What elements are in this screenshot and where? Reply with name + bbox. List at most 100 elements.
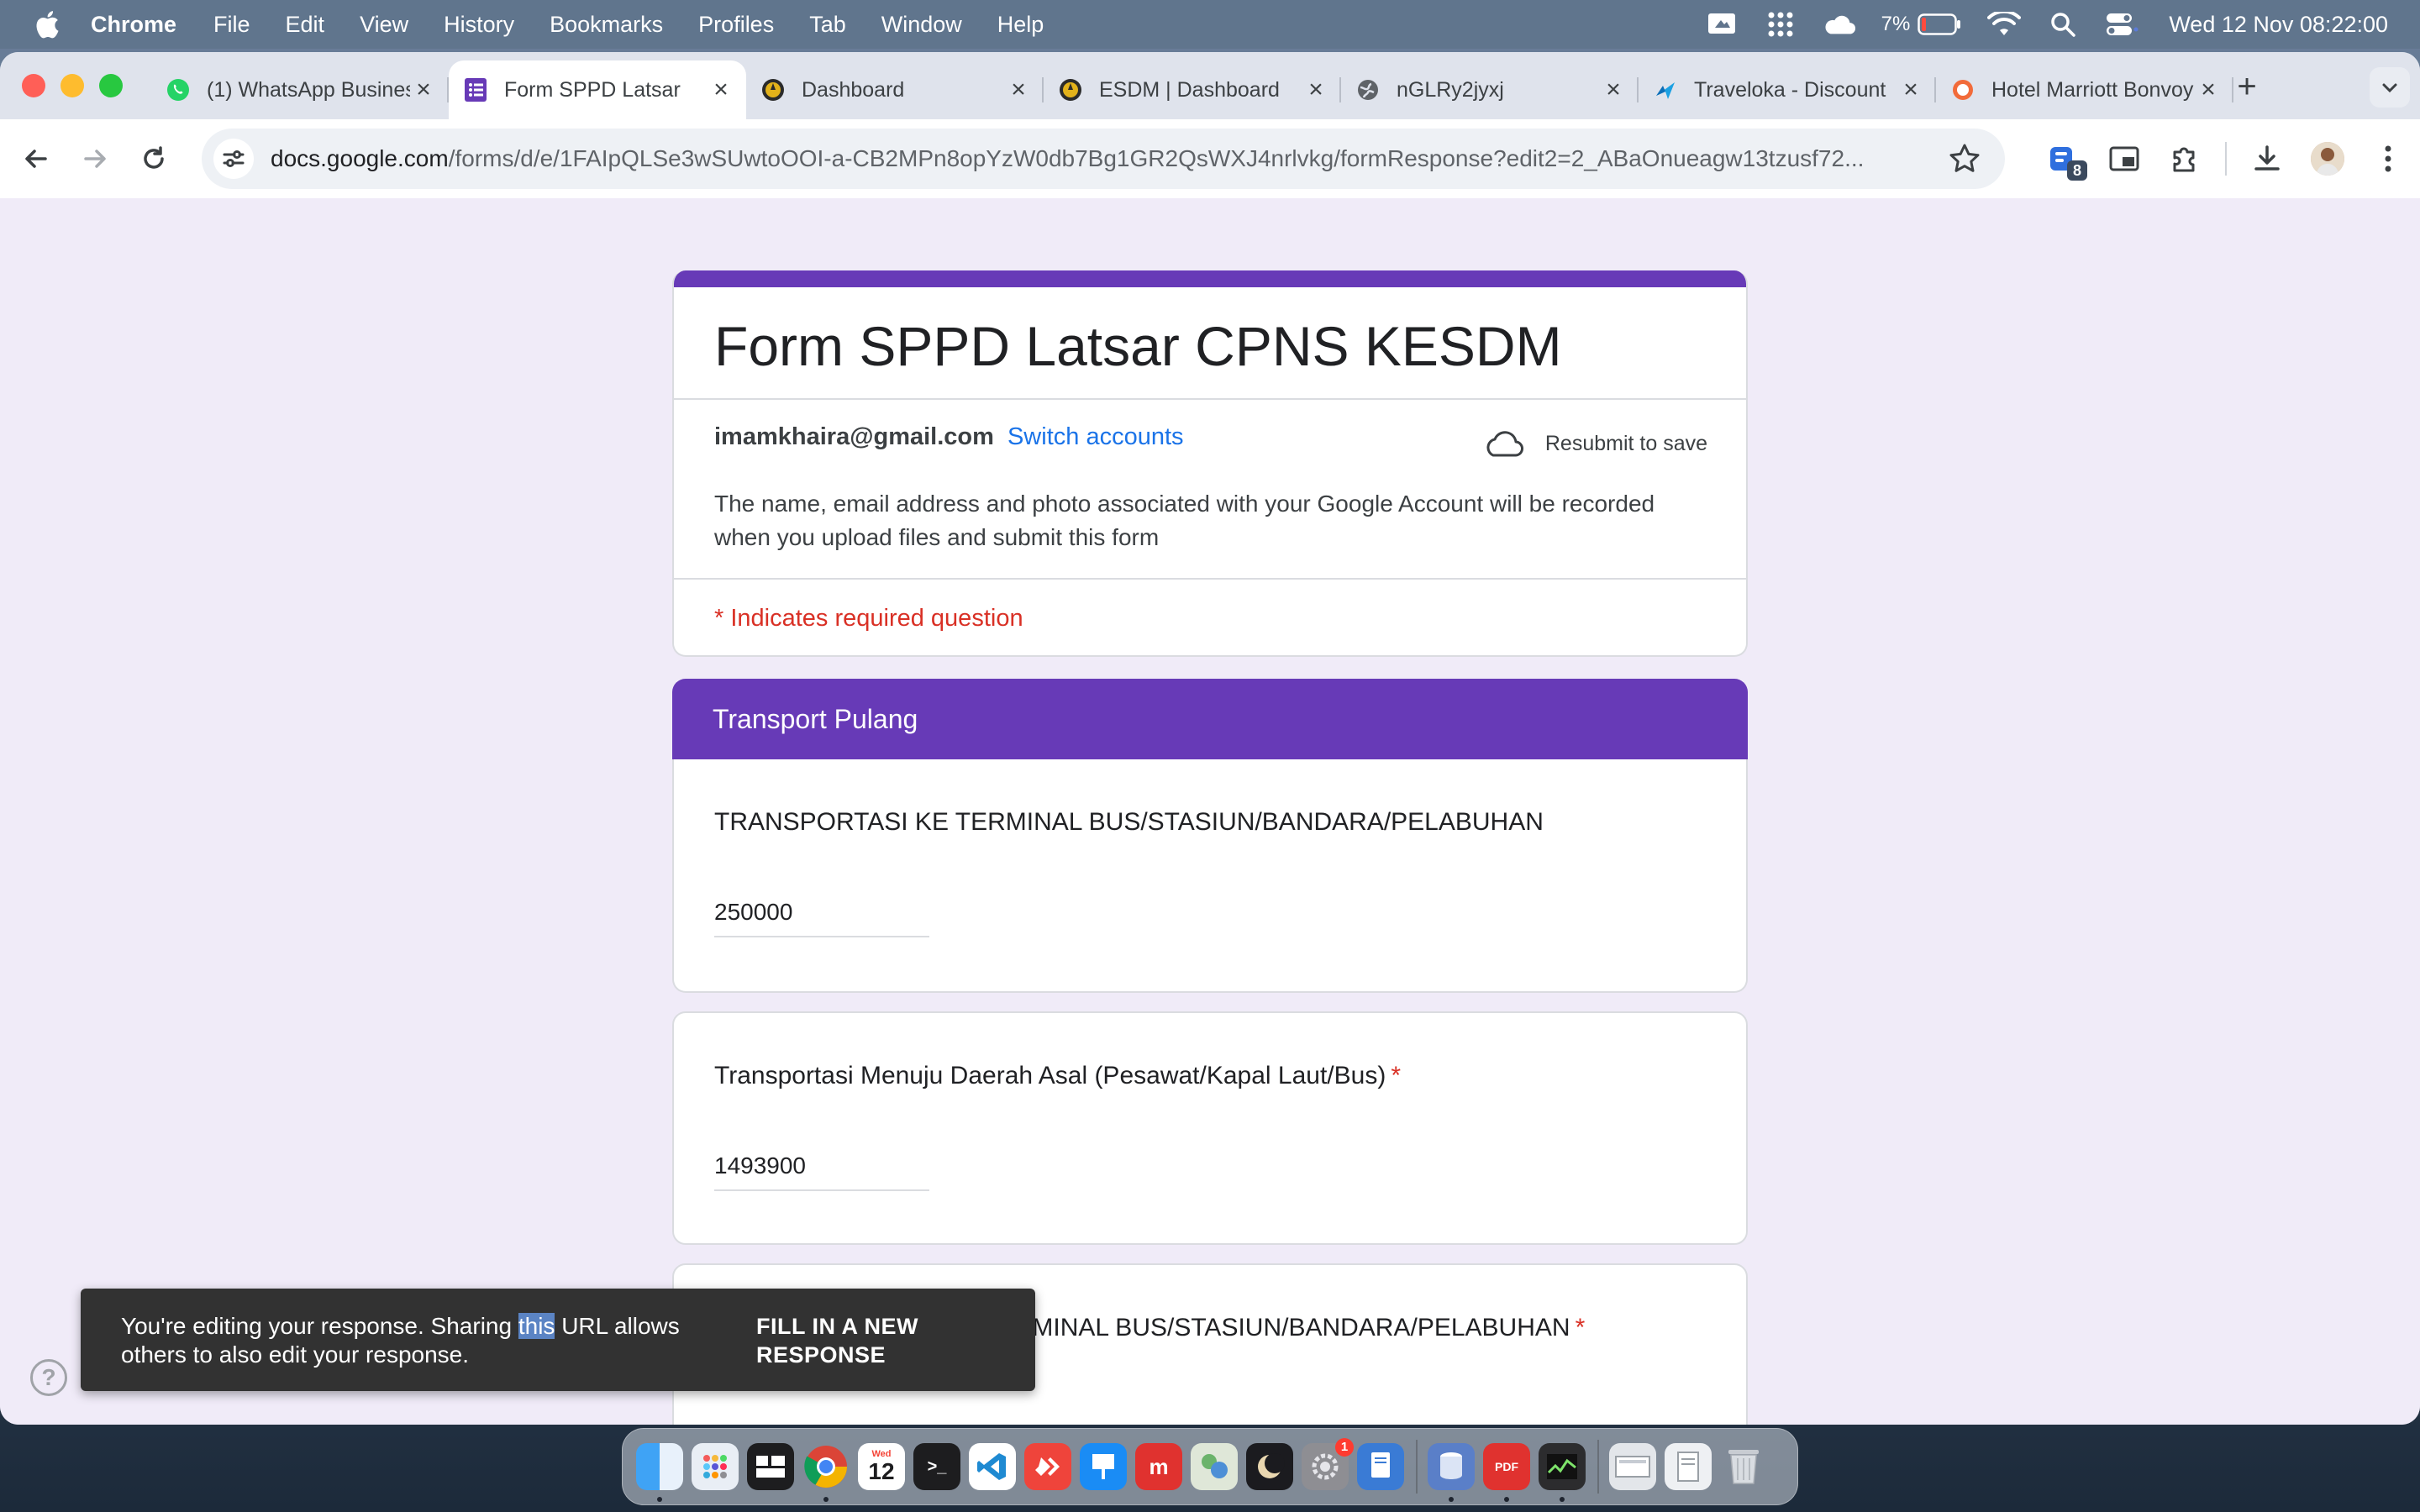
- close-window-button[interactable]: [22, 74, 45, 97]
- extension-tabs-icon[interactable]: 8: [2044, 139, 2087, 181]
- url-text[interactable]: docs.google.com/forms/d/e/1FAIpQLSe3wSUw…: [271, 145, 1918, 172]
- close-icon[interactable]: ×: [708, 76, 734, 103]
- cloud-icon: [1486, 431, 1523, 457]
- tab-dashboard[interactable]: Dashboard ×: [746, 60, 1044, 119]
- avatar: [2311, 142, 2344, 176]
- remote-desktop-icon[interactable]: [1705, 8, 1739, 41]
- toolbar-actions: 8: [2023, 119, 2408, 198]
- menu-window[interactable]: Window: [881, 12, 962, 38]
- finder-icon[interactable]: [636, 1443, 683, 1502]
- menu-bookmarks[interactable]: Bookmarks: [550, 12, 663, 38]
- vscode-icon[interactable]: [969, 1443, 1016, 1490]
- section-header: Transport Pulang: [672, 679, 1748, 761]
- privacy-notice: The name, email address and photo associ…: [714, 491, 1655, 550]
- short-answer-input[interactable]: 250000: [714, 894, 929, 937]
- short-answer-input[interactable]: 1493900: [714, 1147, 929, 1191]
- tab-title: Hotel Marriott Bonvoy: [1991, 77, 2194, 102]
- zoom-window-button[interactable]: [99, 74, 123, 97]
- menu-history[interactable]: History: [444, 12, 514, 38]
- short-answer-input[interactable]: [714, 1399, 929, 1425]
- section-title: Transport Pulang: [713, 704, 918, 734]
- database-app-icon[interactable]: [1428, 1443, 1475, 1502]
- picture-in-picture-icon[interactable]: [2104, 139, 2144, 179]
- page-content[interactable]: Form SPPD Latsar CPNS KESDM imamkhaira@g…: [0, 198, 2420, 1425]
- control-center-icon[interactable]: [2105, 8, 2139, 41]
- screenshot-stack-icon[interactable]: [1609, 1443, 1656, 1490]
- download-icon[interactable]: [2247, 139, 2287, 179]
- back-button[interactable]: [17, 139, 55, 178]
- close-icon[interactable]: ×: [1005, 76, 1032, 103]
- menu-edit[interactable]: Edit: [286, 12, 325, 38]
- anydesk-icon[interactable]: [1024, 1443, 1071, 1490]
- launchpad-icon[interactable]: [692, 1443, 739, 1490]
- grid-apps-icon[interactable]: [1764, 8, 1797, 41]
- close-icon[interactable]: ×: [1897, 76, 1924, 103]
- photos-editor-icon[interactable]: [1191, 1443, 1238, 1490]
- help-icon[interactable]: ?: [30, 1359, 67, 1396]
- address-bar[interactable]: docs.google.com/forms/d/e/1FAIpQLSe3wSUw…: [202, 129, 2005, 189]
- forward-button[interactable]: [76, 139, 114, 178]
- traveloka-icon: [1652, 76, 1679, 103]
- close-icon[interactable]: ×: [1600, 76, 1627, 103]
- chrome-icon[interactable]: [802, 1443, 850, 1502]
- icloud-icon[interactable]: [1823, 8, 1856, 41]
- minimize-window-button[interactable]: [60, 74, 84, 97]
- required-asterisk: *: [1391, 1062, 1401, 1089]
- tab-nglry2jyxj[interactable]: nGLRy2jyxj ×: [1341, 60, 1639, 119]
- night-moon-icon[interactable]: [1246, 1443, 1293, 1490]
- menu-file[interactable]: File: [213, 12, 250, 38]
- bookmark-star-icon[interactable]: [1948, 142, 1981, 176]
- profile-avatar[interactable]: [2307, 139, 2348, 179]
- menu-view[interactable]: View: [360, 12, 408, 38]
- tab-search-button[interactable]: [2370, 67, 2410, 108]
- whatsapp-icon: [165, 76, 192, 103]
- url-path: /forms/d/e/1FAIpQLSe3wSUwtoOOI-a-CB2MPn8…: [448, 145, 1865, 171]
- menu-profiles[interactable]: Profiles: [698, 12, 774, 38]
- keynote-icon[interactable]: [1080, 1443, 1127, 1490]
- fill-new-response-button[interactable]: FILL IN A NEW RESPONSE: [756, 1312, 975, 1369]
- spotlight-search-icon[interactable]: [2046, 8, 2080, 41]
- system-settings-icon[interactable]: 1: [1302, 1438, 1354, 1490]
- tab-esdm-dashboard[interactable]: ESDM | Dashboard ×: [1044, 60, 1341, 119]
- resubmit-status: Resubmit to save: [1483, 428, 1707, 459]
- battery-icon[interactable]: [1917, 8, 1962, 41]
- preview-icon[interactable]: [1357, 1443, 1404, 1490]
- new-tab-button[interactable]: +: [2230, 70, 2264, 104]
- reload-button[interactable]: [134, 139, 173, 178]
- tab-marriott[interactable]: Hotel Marriott Bonvoy ×: [1936, 60, 2233, 119]
- menu-tab[interactable]: Tab: [809, 12, 846, 38]
- trash-icon[interactable]: [1720, 1443, 1767, 1490]
- marriott-icon: [1949, 76, 1976, 103]
- tab-whatsapp[interactable]: (1) WhatsApp Business ×: [151, 60, 449, 119]
- activity-monitor-icon[interactable]: [1539, 1443, 1586, 1502]
- close-icon[interactable]: ×: [2195, 76, 2222, 103]
- mission-control-icon[interactable]: [747, 1443, 794, 1490]
- tab-title: (1) WhatsApp Business: [207, 77, 410, 102]
- status-area: 7% Wed 12 Nov 08:22:00: [1680, 0, 2388, 49]
- more-menu-icon[interactable]: [2368, 139, 2408, 179]
- wifi-icon[interactable]: [1987, 8, 2022, 41]
- chevron-down-icon: [2382, 83, 2397, 93]
- pdf-app-icon[interactable]: PDF: [1483, 1443, 1530, 1502]
- tab-traveloka[interactable]: Traveloka - Discount ×: [1639, 60, 1936, 119]
- menu-clock[interactable]: Wed 12 Nov 08:22:00: [2169, 12, 2388, 38]
- tab-form-sppd[interactable]: Form SPPD Latsar ×: [449, 60, 746, 119]
- close-icon[interactable]: ×: [410, 76, 437, 103]
- tab-list: (1) WhatsApp Business × Form SPPD Latsar…: [151, 60, 2233, 119]
- mm-app-icon[interactable]: m: [1135, 1443, 1182, 1490]
- documents-stack-icon[interactable]: [1665, 1443, 1712, 1490]
- apple-icon[interactable]: [32, 8, 66, 41]
- settings-badge: 1: [1335, 1438, 1354, 1457]
- menu-help[interactable]: Help: [997, 12, 1044, 38]
- tab-title: Traveloka - Discount: [1694, 77, 1886, 102]
- terminal-icon[interactable]: >_: [913, 1443, 960, 1490]
- question-card: TRANSPORTASI KE TERMINAL BUS/STASIUN/BAN…: [672, 759, 1748, 993]
- tab-title: ESDM | Dashboard: [1099, 77, 1280, 102]
- calendar-icon[interactable]: Wed 12: [858, 1443, 905, 1490]
- site-info-icon[interactable]: [213, 139, 254, 179]
- form-accent-bar: [674, 270, 1746, 287]
- close-icon[interactable]: ×: [1302, 76, 1329, 103]
- extensions-puzzle-icon[interactable]: [2165, 139, 2205, 179]
- switch-accounts-link[interactable]: Switch accounts: [1007, 423, 1184, 450]
- menu-app-chrome[interactable]: Chrome: [91, 12, 176, 38]
